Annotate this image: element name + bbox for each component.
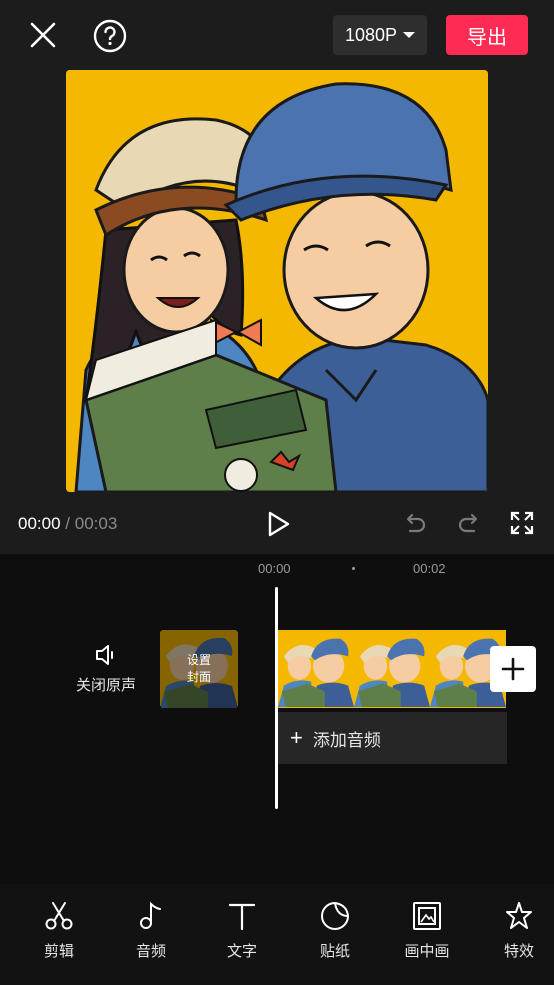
caret-down-icon	[403, 32, 416, 38]
tool-sticker[interactable]: 贴纸	[305, 900, 365, 964]
set-cover-label-line1: 设置	[186, 653, 211, 667]
effects-star-icon	[506, 902, 532, 929]
tool-audio-label: 音频	[135, 943, 166, 960]
total-time: 00:03	[74, 514, 118, 533]
video-track[interactable]	[278, 630, 506, 708]
set-cover-button[interactable]: 设置 封面	[160, 630, 238, 708]
text-icon	[228, 903, 256, 931]
ruler-mark-0: 00:00	[258, 561, 291, 576]
preview-area	[0, 70, 554, 500]
mute-original-audio-button[interactable]: 关闭原声	[70, 642, 142, 702]
sticker-icon	[321, 902, 349, 930]
resolution-label: 1080P	[344, 24, 398, 45]
redo-button[interactable]	[456, 511, 482, 537]
close-button[interactable]	[26, 18, 60, 52]
play-icon	[268, 511, 290, 537]
cartoon-couple-illustration	[66, 70, 488, 492]
resolution-dropdown[interactable]: 1080P	[333, 15, 427, 55]
playhead[interactable]	[275, 587, 278, 809]
scissors-icon	[45, 902, 73, 930]
bottom-toolbar: 剪辑 音频 文字 贴纸 画中画 特效	[0, 884, 554, 985]
video-preview[interactable]	[66, 70, 488, 492]
export-button[interactable]: 导出	[446, 15, 528, 55]
picture-in-picture-icon	[413, 902, 441, 930]
plus-icon	[501, 657, 525, 681]
time-separator: /	[65, 514, 71, 533]
tool-picture-in-picture[interactable]: 画中画	[397, 900, 457, 964]
plus-icon: +	[290, 725, 303, 750]
video-frame	[278, 630, 354, 708]
current-time: 00:00	[18, 514, 61, 533]
top-bar: 1080P 导出	[0, 0, 554, 70]
play-button[interactable]	[264, 510, 292, 538]
frame-thumbnail	[354, 631, 430, 707]
add-audio-button[interactable]: + 添加音频	[278, 712, 507, 764]
speaker-icon	[96, 645, 113, 665]
close-icon	[30, 22, 56, 48]
help-icon	[93, 19, 127, 53]
fullscreen-button[interactable]	[510, 511, 534, 535]
tool-sticker-label: 贴纸	[319, 943, 350, 960]
add-clip-button[interactable]	[490, 646, 536, 692]
mute-original-audio-label: 关闭原声	[75, 677, 136, 694]
music-note-icon	[140, 901, 161, 929]
tool-picture-in-picture-label: 画中画	[404, 943, 450, 960]
undo-icon	[406, 513, 426, 533]
tool-edit[interactable]: 剪辑	[29, 900, 89, 964]
tool-audio[interactable]: 音频	[121, 900, 181, 964]
tool-edit-label: 剪辑	[43, 943, 74, 960]
tool-text[interactable]: 文字	[212, 900, 272, 964]
help-button[interactable]	[92, 18, 128, 54]
add-audio-label: 添加音频	[312, 730, 381, 750]
tool-effects-label: 特效	[503, 943, 534, 960]
ruler-dot	[352, 567, 355, 570]
frame-thumbnail	[278, 631, 354, 707]
tool-effects[interactable]: 特效	[489, 900, 549, 964]
undo-button[interactable]	[402, 511, 428, 537]
tool-text-label: 文字	[226, 943, 257, 960]
playback-bar: 00:00 / 00:03	[0, 500, 554, 554]
redo-icon	[458, 513, 478, 533]
fullscreen-icon	[510, 511, 534, 535]
set-cover-overlay: 设置 封面	[160, 630, 238, 708]
timeline[interactable]: 00:00 00:02 关闭原声 设置 封面 + 添加音频	[0, 554, 554, 884]
ruler-mark-2: 00:02	[413, 561, 446, 576]
video-frame	[354, 630, 430, 708]
set-cover-label-line2: 封面	[186, 670, 211, 684]
time-display: 00:00 / 00:03	[18, 514, 117, 534]
